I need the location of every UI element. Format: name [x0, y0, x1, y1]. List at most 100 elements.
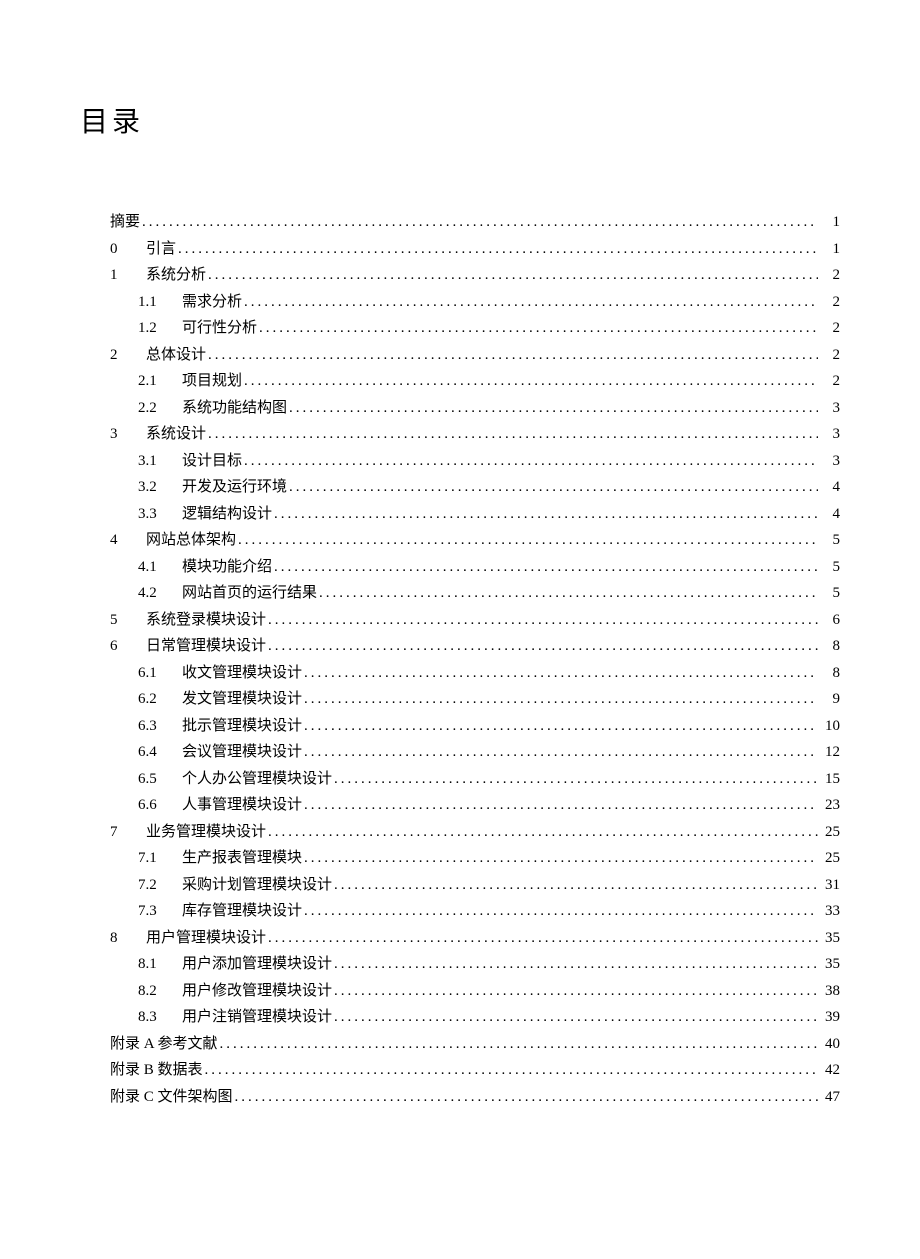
toc-entry-label: 3系统设计 [110, 422, 206, 448]
toc-entry: 7.1生产报表管理模块 25 [110, 846, 840, 872]
toc-entry-label: 8.1用户添加管理模块设计 [138, 952, 332, 978]
toc-entry: 4.2网站首页的运行结果 5 [110, 581, 840, 607]
toc-leader-dots [304, 740, 818, 766]
toc-entry-page: 1 [820, 237, 840, 263]
toc-leader-dots [268, 820, 818, 846]
toc-entry-label: 7业务管理模块设计 [110, 820, 266, 846]
toc-entry-number: 2.2 [138, 396, 182, 422]
toc-entry-label: 3.2开发及运行环境 [138, 475, 287, 501]
toc-entry-page: 31 [820, 873, 840, 899]
toc-entry-label: 4网站总体架构 [110, 528, 236, 554]
toc-entry-text: 网站总体架构 [146, 532, 236, 548]
toc-leader-dots [319, 581, 818, 607]
toc-entry-text: 人事管理模块设计 [182, 797, 302, 813]
toc-entry-page: 47 [820, 1085, 840, 1111]
toc-entry: 2.1项目规划 2 [110, 369, 840, 395]
toc-leader-dots [334, 979, 818, 1005]
toc-entry-page: 40 [820, 1032, 840, 1058]
toc-leader-dots [142, 210, 818, 236]
toc-entry: 1系统分析 2 [110, 263, 840, 289]
toc-entry-number: 8 [110, 926, 146, 952]
toc-entry-label: 6日常管理模块设计 [110, 634, 266, 660]
toc-entry-page: 4 [820, 502, 840, 528]
toc-entry-page: 33 [820, 899, 840, 925]
toc-entry-label: 0引言 [110, 237, 176, 263]
toc-leader-dots [259, 316, 818, 342]
toc-leader-dots [334, 873, 818, 899]
toc-entry-label: 2.1项目规划 [138, 369, 242, 395]
toc-entry-page: 2 [820, 343, 840, 369]
toc-leader-dots [304, 687, 818, 713]
toc-entry-label: 摘要 [110, 210, 140, 236]
toc-entry-label: 6.5个人办公管理模块设计 [138, 767, 332, 793]
toc-entry-label: 附录 B 数据表 [110, 1058, 203, 1084]
toc-entry: 8.1用户添加管理模块设计 35 [110, 952, 840, 978]
toc-entry: 8用户管理模块设计 35 [110, 926, 840, 952]
toc-entry-text: 用户管理模块设计 [146, 930, 266, 946]
toc-leader-dots [208, 263, 818, 289]
toc-entry-label: 6.2发文管理模块设计 [138, 687, 302, 713]
toc-entry-label: 3.1设计目标 [138, 449, 242, 475]
toc-entry: 7.2采购计划管理模块设计 31 [110, 873, 840, 899]
toc-entry-number: 3.1 [138, 449, 182, 475]
toc-entry-number: 2.1 [138, 369, 182, 395]
toc-entry: 3.2开发及运行环境 4 [110, 475, 840, 501]
toc-leader-dots [205, 1058, 818, 1084]
toc-entry-label: 1.1需求分析 [138, 290, 242, 316]
toc-entry: 0引言 1 [110, 237, 840, 263]
toc-leader-dots [274, 555, 818, 581]
toc-entry-page: 2 [820, 290, 840, 316]
toc-entry-text: 开发及运行环境 [182, 479, 287, 495]
toc-entry-page: 9 [820, 687, 840, 713]
toc-leader-dots [220, 1032, 818, 1058]
toc-entry-label: 1系统分析 [110, 263, 206, 289]
toc-entry-number: 4.1 [138, 555, 182, 581]
toc-entry-label: 7.1生产报表管理模块 [138, 846, 302, 872]
toc-entry-label: 附录 A 参考文献 [110, 1032, 218, 1058]
toc-entry-number: 8.3 [138, 1005, 182, 1031]
toc-entry-page: 5 [820, 555, 840, 581]
toc-entry-label: 附录 C 文件架构图 [110, 1085, 233, 1111]
toc-entry-page: 12 [820, 740, 840, 766]
toc-entry-page: 1 [820, 210, 840, 236]
toc-entry-text: 设计目标 [182, 453, 242, 469]
toc-entry-text: 库存管理模块设计 [182, 903, 302, 919]
toc-leader-dots [274, 502, 818, 528]
toc-entry-label: 6.3批示管理模块设计 [138, 714, 302, 740]
toc-entry-page: 8 [820, 634, 840, 660]
toc-entry-text: 摘要 [110, 214, 140, 230]
toc-entry-text: 个人办公管理模块设计 [182, 771, 332, 787]
toc-entry-text: 逻辑结构设计 [182, 506, 272, 522]
toc-leader-dots [178, 237, 818, 263]
toc-entry-page: 35 [820, 952, 840, 978]
toc-leader-dots [244, 449, 818, 475]
toc-entry: 7业务管理模块设计25 [110, 820, 840, 846]
toc-leader-dots [289, 475, 818, 501]
toc-entry-text: 参考文献 [158, 1036, 218, 1052]
toc-leader-dots [334, 767, 818, 793]
toc-entry: 6.1收文管理模块设计 8 [110, 661, 840, 687]
toc-entry-page: 35 [820, 926, 840, 952]
toc-title: 目录 [80, 100, 840, 140]
toc-entry-label: 6.1收文管理模块设计 [138, 661, 302, 687]
toc-entry-text: 用户注销管理模块设计 [182, 1009, 332, 1025]
toc-leader-dots [304, 793, 818, 819]
toc-entry-label: 4.2网站首页的运行结果 [138, 581, 317, 607]
toc-entry: 2总体设计 2 [110, 343, 840, 369]
toc-leader-dots [238, 528, 818, 554]
toc-entry: 6.5个人办公管理模块设计 15 [110, 767, 840, 793]
toc-entry-number: 2 [110, 343, 146, 369]
toc-entry-page: 25 [820, 846, 840, 872]
toc-entry-number: 7.2 [138, 873, 182, 899]
toc-entry-page: 2 [820, 369, 840, 395]
toc-entry-label: 2.2系统功能结构图 [138, 396, 287, 422]
toc-entry-text: 数据表 [158, 1062, 203, 1078]
toc-entry-number: 7 [110, 820, 146, 846]
toc-entry-label: 4.1模块功能介绍 [138, 555, 272, 581]
toc-entry: 附录 A 参考文献 40 [110, 1032, 840, 1058]
toc-leader-dots [304, 714, 818, 740]
toc-entry: 5系统登录模块设计 6 [110, 608, 840, 634]
toc-leader-dots [208, 422, 818, 448]
toc-entry-label: 6.4会议管理模块设计 [138, 740, 302, 766]
toc-entry-text: 日常管理模块设计 [146, 638, 266, 654]
